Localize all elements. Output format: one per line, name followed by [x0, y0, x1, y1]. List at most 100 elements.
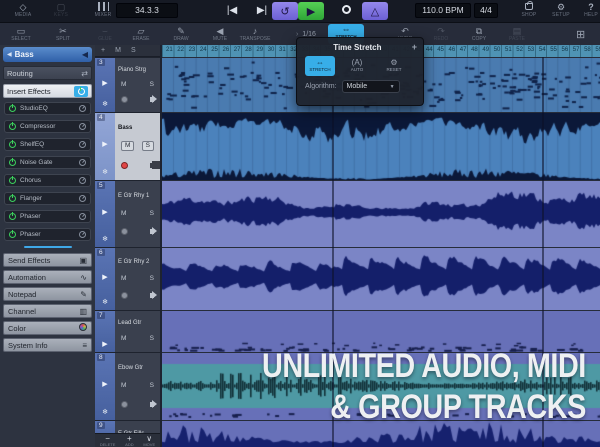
- bypass-knob-icon[interactable]: [79, 141, 86, 148]
- delete-track-button[interactable]: −DELETE: [100, 435, 116, 447]
- speaker-icon[interactable]: [150, 163, 154, 168]
- redo-button[interactable]: ↷REDO: [424, 26, 458, 42]
- skip-back-button[interactable]: |◀: [220, 5, 244, 16]
- monitor-icon[interactable]: ▶: [102, 381, 107, 389]
- speaker-icon[interactable]: [150, 293, 154, 298]
- mute-button[interactable]: M: [121, 141, 134, 151]
- play-button[interactable]: ▶: [298, 2, 324, 20]
- setup-button[interactable]: ⚙SETUP: [548, 2, 574, 18]
- bypass-knob-icon[interactable]: [79, 159, 86, 166]
- track-row[interactable]: 8▶❄Ebow GtrMS: [95, 352, 160, 420]
- power-icon[interactable]: [9, 159, 16, 166]
- media-button[interactable]: ◇MEDIA: [8, 2, 38, 18]
- tool-glue[interactable]: ⌣GLUE: [88, 26, 122, 42]
- bypass-knob-icon[interactable]: [79, 123, 86, 130]
- track-row[interactable]: 7▶Lead GtrMS: [95, 310, 160, 352]
- freeze-icon[interactable]: ❄: [102, 101, 108, 109]
- solo-button[interactable]: S: [150, 382, 154, 390]
- freeze-icon[interactable]: ❄: [102, 299, 108, 307]
- paste-button[interactable]: ▤PASTE: [500, 26, 534, 42]
- solo-button[interactable]: S: [150, 210, 154, 218]
- copy-button[interactable]: ⧉COPY: [462, 26, 496, 42]
- cycle-button[interactable]: ↺: [272, 2, 298, 20]
- power-icon[interactable]: [9, 213, 16, 220]
- freeze-icon[interactable]: ❄: [102, 409, 108, 417]
- freeze-icon[interactable]: ❄: [102, 169, 108, 177]
- move-tracks-icon[interactable]: +: [101, 45, 105, 56]
- inspector-track-header[interactable]: ◀ Bass ◀: [3, 47, 92, 62]
- solo-button[interactable]: S: [150, 81, 154, 89]
- tempo-display[interactable]: 110.0 BPM: [415, 3, 471, 18]
- mute-button[interactable]: M: [121, 275, 126, 283]
- speaker-icon[interactable]: [150, 402, 154, 407]
- solo-button[interactable]: S: [150, 275, 154, 283]
- metronome-button[interactable]: △: [362, 2, 388, 20]
- global-mute-button[interactable]: M: [115, 45, 121, 56]
- bypass-knob-icon[interactable]: [79, 177, 86, 184]
- tool-transpose[interactable]: ♪TRANSPOSE: [238, 26, 272, 42]
- inspector-section-notepad[interactable]: Notepad✎: [3, 287, 92, 301]
- effect-slot-compressor[interactable]: Compressor: [4, 120, 91, 133]
- stretch-mode-reset[interactable]: ⚙RESET: [379, 56, 409, 76]
- record-button[interactable]: [334, 5, 358, 16]
- stretch-mode-stretch[interactable]: ⇔STRETCH: [305, 56, 335, 76]
- add-track-button[interactable]: +ADD: [125, 435, 133, 447]
- tool-draw[interactable]: ✎DRAW: [164, 26, 198, 42]
- effect-slot-phaser[interactable]: Phaser: [4, 210, 91, 223]
- monitor-icon[interactable]: ▶: [102, 80, 107, 88]
- inspector-row-insert-effects[interactable]: Insert Effects: [3, 84, 92, 98]
- record-arm-button[interactable]: [121, 228, 128, 235]
- time-display[interactable]: 34.3.3: [116, 3, 178, 18]
- bypass-knob-icon[interactable]: [79, 213, 86, 220]
- effect-slot-flanger[interactable]: Flanger: [4, 192, 91, 205]
- effect-slot-shelfeq[interactable]: ShelfEQ: [4, 138, 91, 151]
- monitor-icon[interactable]: ▶: [102, 141, 107, 149]
- record-arm-button[interactable]: [121, 292, 128, 299]
- power-icon[interactable]: [9, 195, 16, 202]
- tool-erase[interactable]: ▱ERASE: [124, 26, 158, 42]
- lane-e-gtr-rhy-2[interactable]: [162, 247, 600, 310]
- power-icon[interactable]: [9, 177, 16, 184]
- monitor-icon[interactable]: ▶: [102, 341, 107, 349]
- effect-slot-noise-gate[interactable]: Noise Gate: [4, 156, 91, 169]
- power-icon[interactable]: [9, 123, 16, 130]
- mute-button[interactable]: M: [121, 81, 126, 89]
- skip-forward-button[interactable]: ▶|: [250, 5, 274, 16]
- bypass-knob-icon[interactable]: [79, 105, 86, 112]
- move-track-button[interactable]: ∨MOVE: [143, 435, 155, 447]
- effect-slot-studioeq[interactable]: StudioEQ: [4, 102, 91, 115]
- lane-bass[interactable]: [162, 112, 600, 180]
- shop-button[interactable]: SHOP: [516, 2, 542, 18]
- inspector-section-system-info[interactable]: System Info≡: [3, 338, 92, 352]
- algorithm-select[interactable]: Mobile ▼: [342, 80, 400, 93]
- mute-button[interactable]: M: [121, 210, 126, 218]
- stretch-mode-auto[interactable]: (A)AUTO: [342, 56, 372, 76]
- inspector-section-color[interactable]: Color: [3, 321, 92, 335]
- effect-slot-chorus[interactable]: Chorus: [4, 174, 91, 187]
- inspector-section-channel[interactable]: Channel▥: [3, 304, 92, 318]
- lane-e-gtr-rhy-1[interactable]: [162, 180, 600, 247]
- power-icon[interactable]: [9, 141, 16, 148]
- track-row[interactable]: 5▶❄E Gtr Rhy 1MS: [95, 180, 160, 247]
- inspector-section-send-effects[interactable]: Send Effects▣: [3, 253, 92, 267]
- add-track-button[interactable]: ⊞: [576, 28, 585, 41]
- effect-slot-phaser[interactable]: Phaser: [4, 228, 91, 241]
- track-row[interactable]: 4▶❄BassMS: [95, 112, 160, 180]
- global-solo-button[interactable]: S: [131, 45, 136, 56]
- solo-button[interactable]: S: [150, 335, 154, 343]
- tool-select[interactable]: ▭SELECT: [4, 26, 38, 42]
- tool-split[interactable]: ✂SPLIT: [46, 26, 80, 42]
- bypass-knob-icon[interactable]: [79, 195, 86, 202]
- speaker-icon[interactable]: [150, 97, 154, 102]
- inspector-row-routing[interactable]: Routing⇄: [3, 66, 92, 80]
- mixer-button[interactable]: MIXER: [88, 2, 118, 18]
- mute-button[interactable]: M: [121, 335, 126, 343]
- monitor-icon[interactable]: ▶: [102, 274, 107, 282]
- record-arm-button[interactable]: [121, 96, 128, 103]
- bypass-knob-icon[interactable]: [79, 231, 86, 238]
- record-arm-button[interactable]: [121, 401, 128, 408]
- mute-button[interactable]: M: [121, 382, 126, 390]
- inspector-section-automation[interactable]: Automation∿: [3, 270, 92, 284]
- move-icon[interactable]: +: [412, 42, 417, 52]
- tool-mute[interactable]: ◀MUTE: [203, 26, 237, 42]
